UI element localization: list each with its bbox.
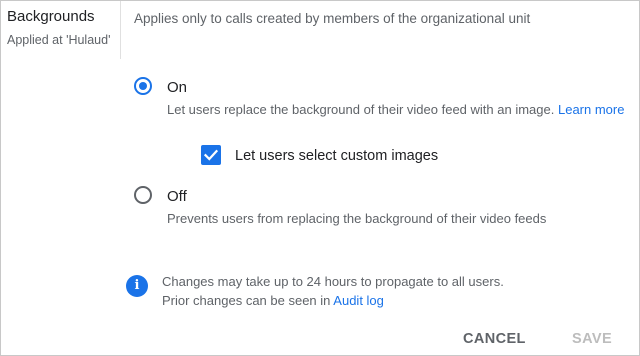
radio-on[interactable] — [134, 77, 152, 95]
checkmark-icon — [203, 149, 219, 161]
info-line-1: Changes may take up to 24 hours to propa… — [162, 274, 504, 289]
save-button[interactable]: SAVE — [572, 331, 612, 347]
setting-description: Applies only to calls created by members… — [134, 11, 531, 26]
on-description: Let users replace the background of thei… — [167, 102, 624, 117]
info-icon: i — [126, 275, 148, 297]
off-description: Prevents users from replacing the backgr… — [167, 211, 547, 226]
radio-off[interactable] — [134, 186, 152, 204]
radio-on-label[interactable]: On — [167, 79, 187, 96]
radio-off-label[interactable]: Off — [167, 188, 187, 205]
cancel-button[interactable]: CANCEL — [463, 331, 526, 347]
setting-title: Backgrounds — [7, 8, 95, 25]
setting-header: Backgrounds Applied at 'Hulaud' — [1, 1, 121, 59]
applied-at-label: Applied at 'Hulaud' — [7, 33, 111, 47]
custom-images-checkbox[interactable] — [201, 145, 221, 165]
audit-log-link[interactable]: Audit log — [333, 293, 384, 308]
custom-images-label[interactable]: Let users select custom images — [235, 148, 438, 164]
learn-more-link[interactable]: Learn more — [558, 102, 624, 117]
on-description-text: Let users replace the background of thei… — [167, 102, 555, 117]
info-line-2-text: Prior changes can be seen in — [162, 293, 331, 308]
info-line-2: Prior changes can be seen in Audit log — [162, 293, 384, 308]
settings-panel: Backgrounds Applied at 'Hulaud' Applies … — [0, 0, 640, 356]
